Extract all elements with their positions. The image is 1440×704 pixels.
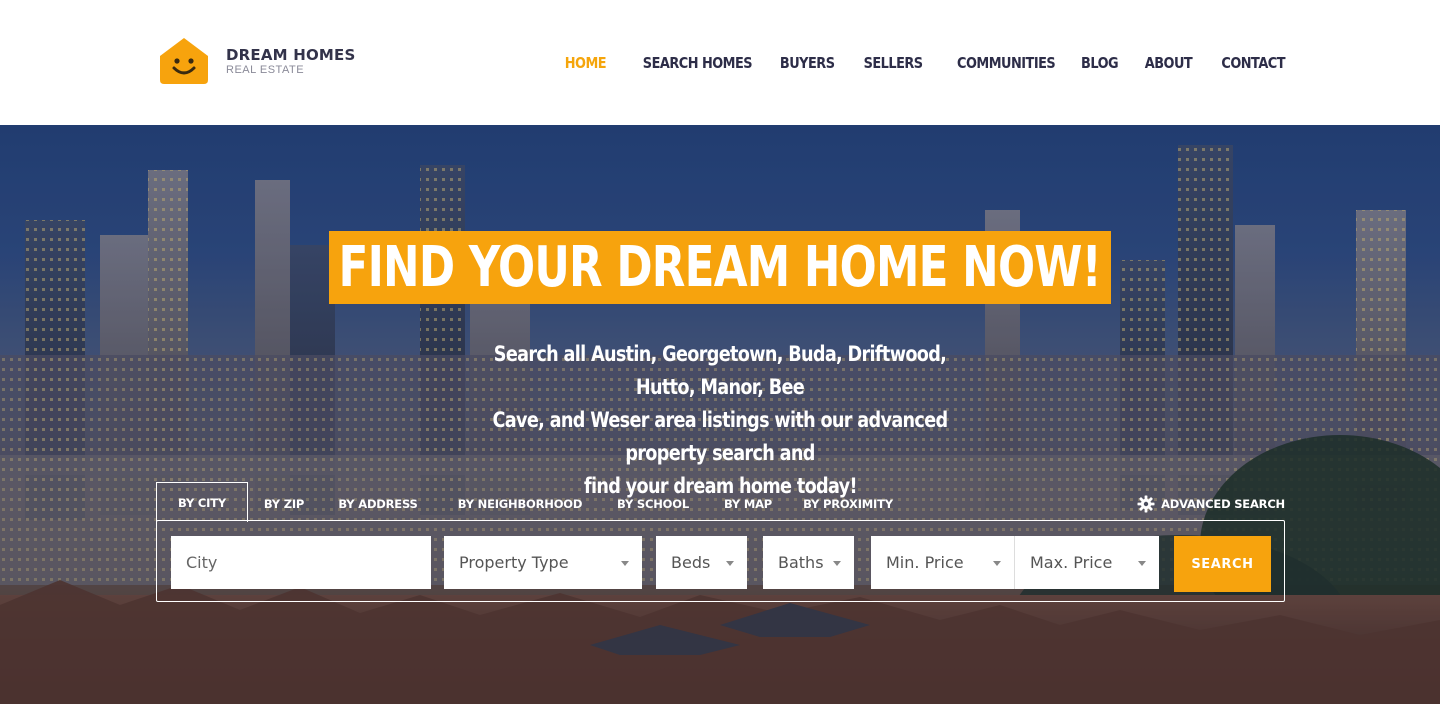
logo[interactable]: DREAM HOMES REAL ESTATE — [156, 36, 356, 86]
chevron-down-icon — [726, 561, 734, 566]
advanced-search-label: ADVANCED SEARCH — [1161, 497, 1285, 511]
nav-item-sellers[interactable]: SELLERS — [863, 54, 922, 72]
tab-by-proximity[interactable]: BY PROXIMITY — [796, 490, 900, 518]
nav-item-communities[interactable]: COMMUNITIES — [957, 54, 1056, 72]
min-price-select[interactable]: Min. Price — [871, 536, 1015, 589]
chevron-down-icon — [993, 561, 1001, 566]
nav-item-contact[interactable]: CONTACT — [1221, 54, 1285, 72]
tab-by-neighborhood[interactable]: BY NEIGHBORHOOD — [450, 490, 590, 518]
advanced-search-link[interactable]: ADVANCED SEARCH — [1137, 490, 1285, 518]
main-nav: HOME SEARCH HOMES BUYERS SELLERS COMMUNI… — [539, 54, 1286, 72]
chevron-down-icon — [621, 561, 629, 566]
beds-select[interactable]: Beds — [656, 536, 747, 589]
city-input[interactable]: City — [171, 536, 431, 589]
beds-value: Beds — [671, 553, 711, 572]
hero-subtext-line: Cave, and Weser area listings with our a… — [492, 408, 949, 465]
hero-headline: FIND YOUR DREAM HOME NOW! — [329, 231, 1111, 304]
max-price-value: Max. Price — [1030, 553, 1113, 572]
hero-headline-text: FIND YOUR DREAM HOME NOW! — [338, 235, 1102, 300]
tab-by-address[interactable]: BY ADDRESS — [330, 490, 426, 518]
hero-subtext-line: Search all Austin, Georgetown, Buda, Dri… — [493, 342, 947, 399]
baths-value: Baths — [778, 553, 824, 572]
hero-subtext: Search all Austin, Georgetown, Buda, Dri… — [420, 338, 1020, 503]
tab-by-school[interactable]: BY SCHOOL — [610, 490, 696, 518]
smiling-house-icon — [160, 38, 208, 84]
nav-item-home[interactable]: HOME — [565, 54, 607, 72]
min-price-value: Min. Price — [886, 553, 964, 572]
tab-by-city[interactable]: BY CITY — [156, 482, 248, 522]
property-type-select[interactable]: Property Type — [444, 536, 642, 589]
site-header: DREAM HOMES REAL ESTATE HOME SEARCH HOME… — [0, 0, 1440, 125]
brand-tagline: REAL ESTATE — [226, 63, 305, 76]
baths-select[interactable]: Baths — [763, 536, 854, 589]
nav-item-blog[interactable]: BLOG — [1081, 54, 1119, 72]
nav-item-about[interactable]: ABOUT — [1144, 54, 1192, 72]
brand-name: DREAM HOMES — [226, 45, 356, 64]
search-button[interactable]: SEARCH — [1174, 536, 1271, 592]
nav-item-search-homes[interactable]: SEARCH HOMES — [643, 54, 753, 72]
property-type-value: Property Type — [459, 553, 569, 572]
tab-by-zip[interactable]: BY ZIP — [256, 490, 312, 518]
chevron-down-icon — [833, 561, 841, 566]
gear-icon — [1137, 495, 1155, 513]
nav-item-buyers[interactable]: BUYERS — [780, 54, 835, 72]
max-price-select[interactable]: Max. Price — [1015, 536, 1159, 589]
city-placeholder: City — [186, 553, 218, 572]
chevron-down-icon — [1138, 561, 1146, 566]
tab-by-map[interactable]: BY MAP — [716, 490, 780, 518]
